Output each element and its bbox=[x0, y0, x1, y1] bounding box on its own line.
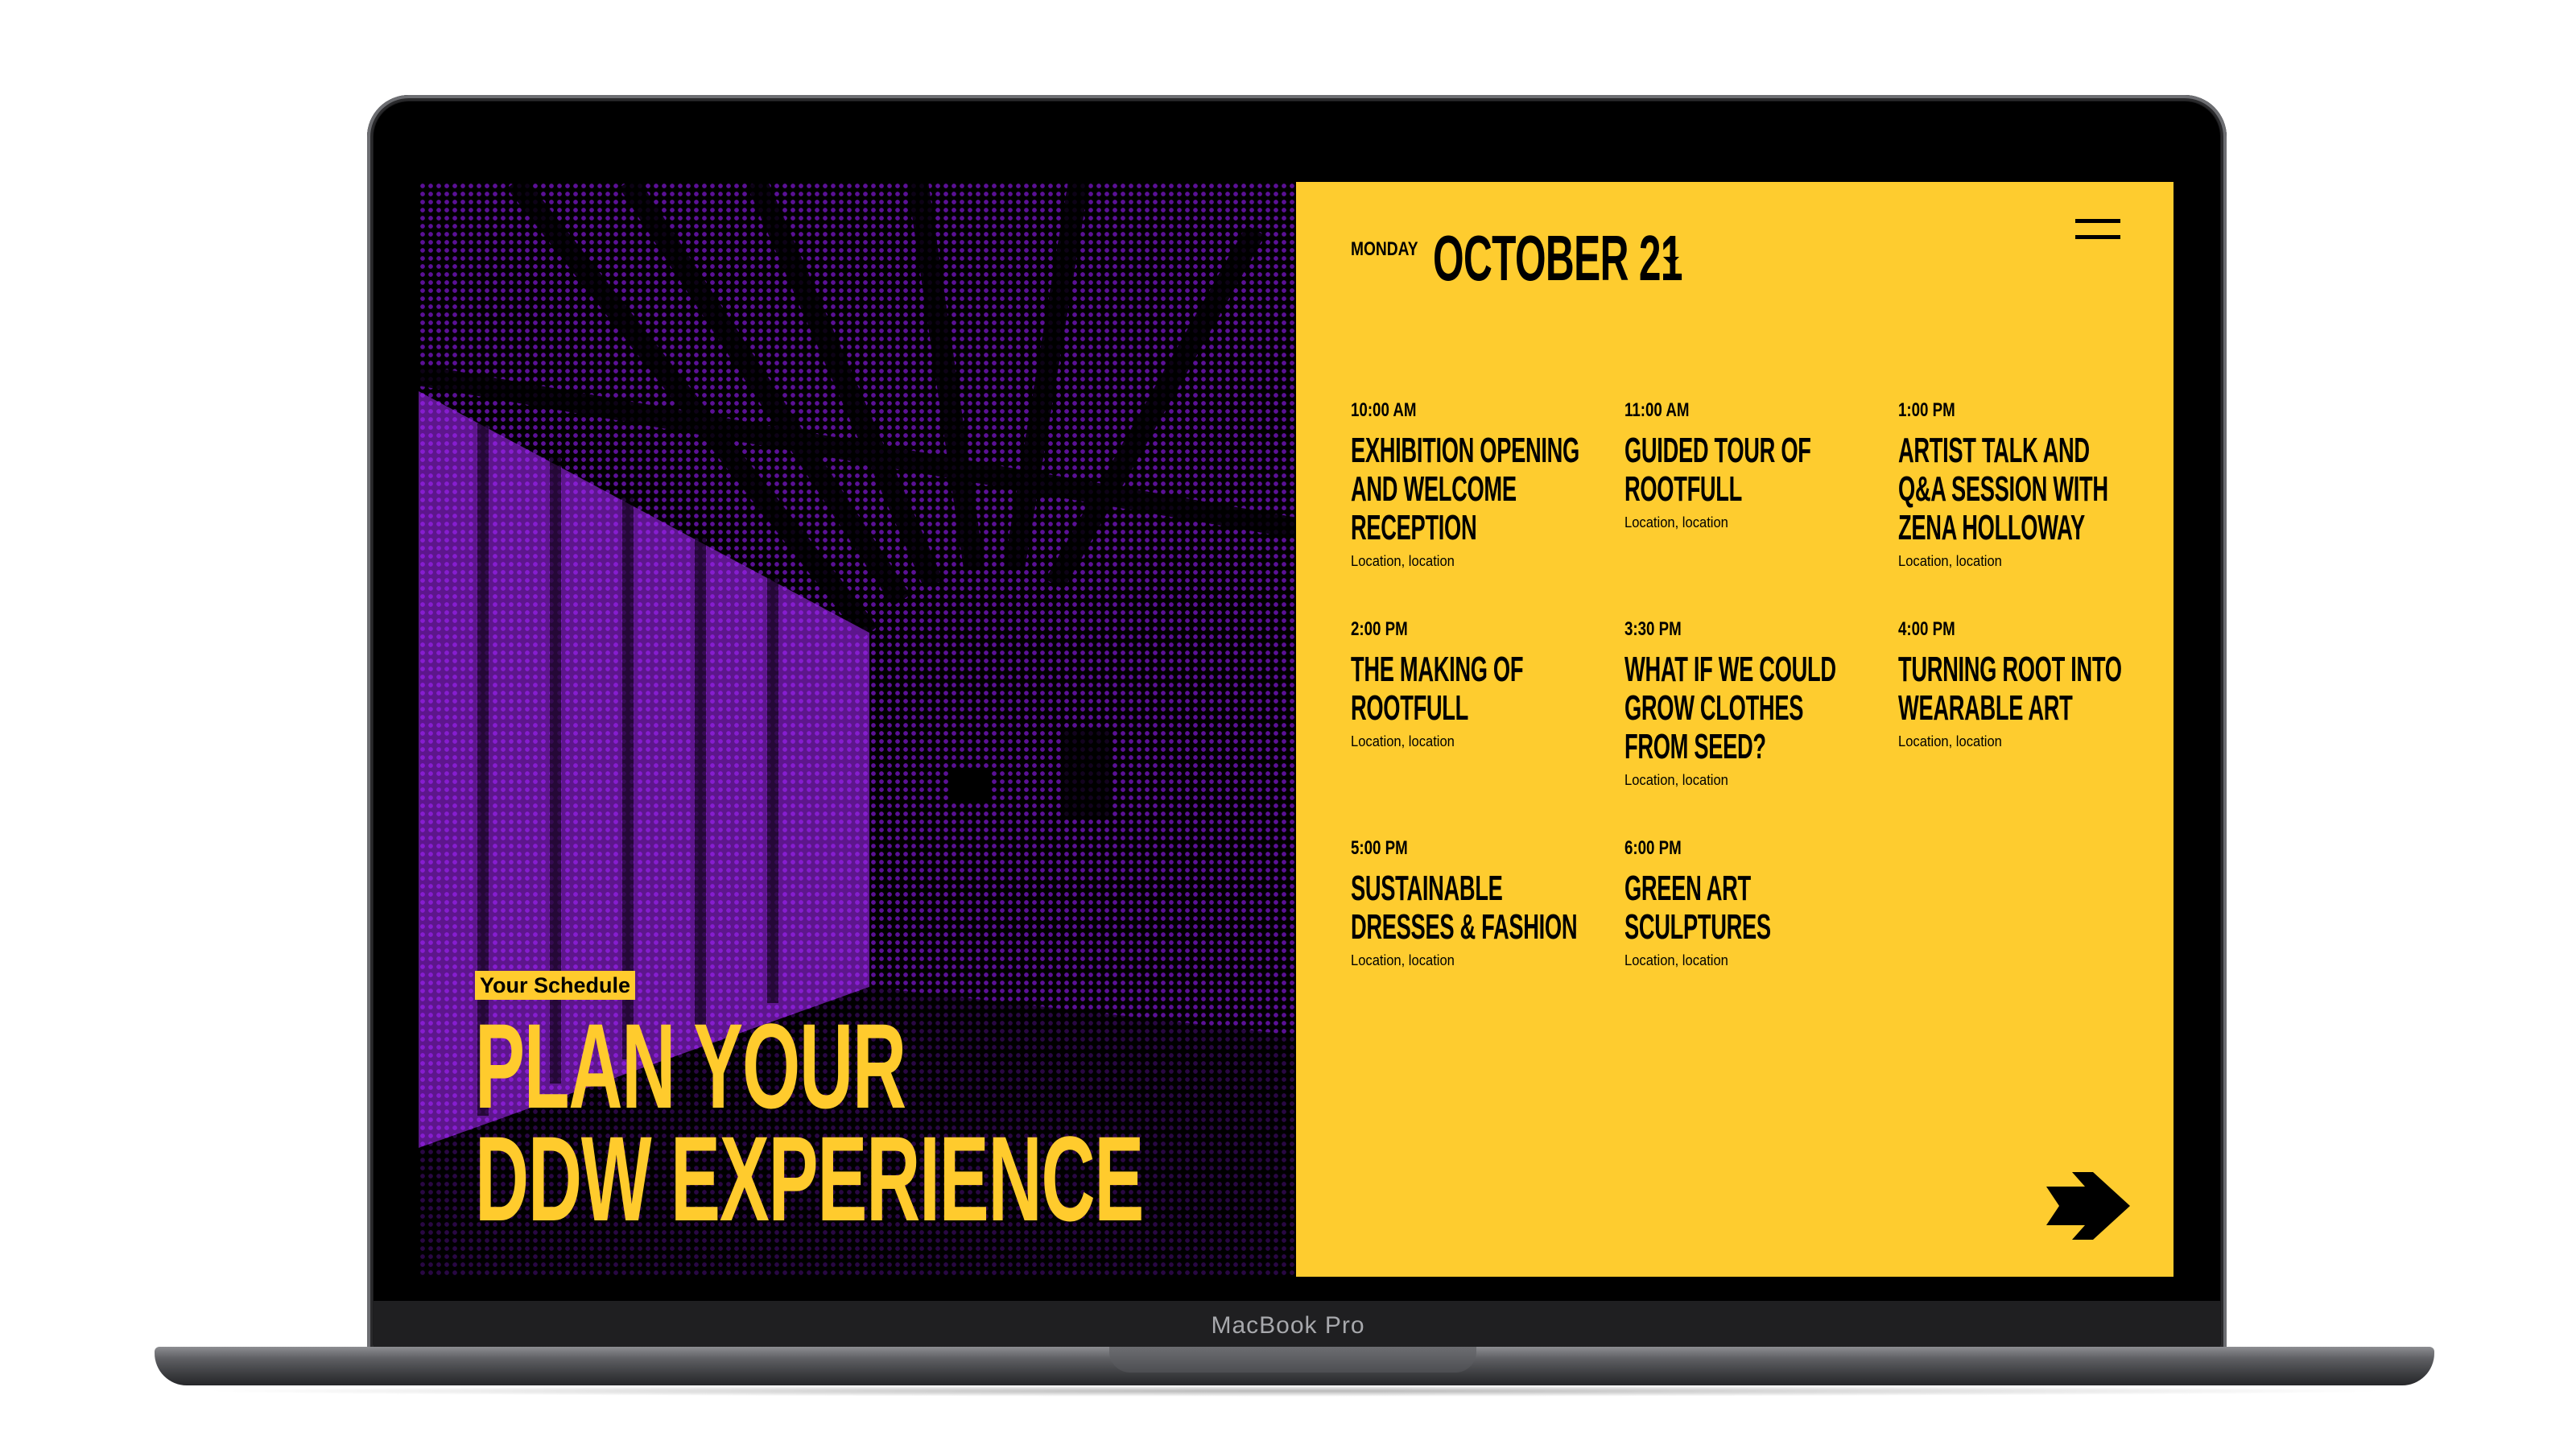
event-item[interactable]: 11:00 AM Guided Tour of Rootfull Locatio… bbox=[1624, 399, 1874, 531]
event-title: Green Art Sculptures bbox=[1624, 869, 1771, 947]
event-time: 2:00 PM bbox=[1351, 618, 1408, 640]
date-selector[interactable]: OCTOBER 21 bbox=[1433, 222, 1682, 294]
event-item[interactable]: 4:00 PM Turning Root into Wearable Art L… bbox=[1898, 618, 2148, 750]
event-title: The Making of Rootfull bbox=[1351, 650, 1524, 728]
event-time: 4:00 PM bbox=[1898, 618, 1955, 640]
event-location: Location, location bbox=[1351, 952, 1455, 968]
arrow-right-icon bbox=[2046, 1172, 2130, 1240]
event-title: Turning Root into Wearable Art bbox=[1898, 650, 2122, 728]
event-location: Location, location bbox=[1624, 952, 1728, 968]
event-title: Exhibition Opening and Welcome Reception bbox=[1351, 431, 1579, 547]
event-item[interactable]: 1:00 PM Artist Talk and Q&A Session with… bbox=[1898, 399, 2148, 570]
schedule-panel: MONDAY OCTOBER 21 10:00 AM Exhibition Op… bbox=[1296, 182, 2174, 1277]
event-location: Location, location bbox=[1624, 772, 1728, 788]
event-time: 3:30 PM bbox=[1624, 618, 1682, 640]
next-button[interactable] bbox=[2045, 1170, 2132, 1241]
hero-headline: PLAN YOUR DDW EXPERIENCE bbox=[475, 1005, 1144, 1239]
date-label: OCTOBER 21 bbox=[1433, 222, 1682, 294]
hamburger-menu-icon[interactable] bbox=[2075, 216, 2120, 245]
event-title: What if we could grow clothes from seed? bbox=[1624, 650, 1836, 766]
event-title: Guided Tour of Rootfull bbox=[1624, 431, 1811, 509]
hero-section: Your Schedule PLAN YOUR DDW EXPERIENCE bbox=[419, 182, 1296, 1277]
event-location: Location, location bbox=[1351, 733, 1455, 749]
event-title: Sustainable Dresses & Fashion bbox=[1351, 869, 1578, 947]
device-brand-label: MacBook Pro bbox=[1211, 1312, 1365, 1339]
day-label: MONDAY bbox=[1351, 238, 1418, 260]
headline-line-2: DDW EXPERIENCE bbox=[475, 1111, 1144, 1246]
event-item[interactable]: 6:00 PM Green Art Sculptures Location, l… bbox=[1624, 837, 1874, 969]
event-item[interactable]: 3:30 PM What if we could grow clothes fr… bbox=[1624, 618, 1874, 789]
event-location: Location, location bbox=[1898, 553, 2002, 569]
event-time: 1:00 PM bbox=[1898, 399, 1955, 421]
event-location: Location, location bbox=[1898, 733, 2002, 749]
event-time: 10:00 AM bbox=[1351, 399, 1417, 421]
laptop-notch bbox=[1109, 1347, 1476, 1373]
event-time: 11:00 AM bbox=[1624, 399, 1690, 421]
event-item[interactable]: 2:00 PM The Making of Rootfull Location,… bbox=[1351, 618, 1600, 750]
event-location: Location, location bbox=[1624, 514, 1728, 530]
event-time: 5:00 PM bbox=[1351, 837, 1408, 859]
event-item[interactable]: 10:00 AM Exhibition Opening and Welcome … bbox=[1351, 399, 1600, 570]
laptop-shadow bbox=[193, 1385, 2396, 1397]
event-title: Artist Talk and Q&A Session with Zena Ho… bbox=[1898, 431, 2108, 547]
event-time: 6:00 PM bbox=[1624, 837, 1682, 859]
event-item[interactable]: 5:00 PM Sustainable Dresses & Fashion Lo… bbox=[1351, 837, 1600, 969]
schedule-tag: Your Schedule bbox=[475, 971, 636, 1000]
event-location: Location, location bbox=[1351, 553, 1455, 569]
